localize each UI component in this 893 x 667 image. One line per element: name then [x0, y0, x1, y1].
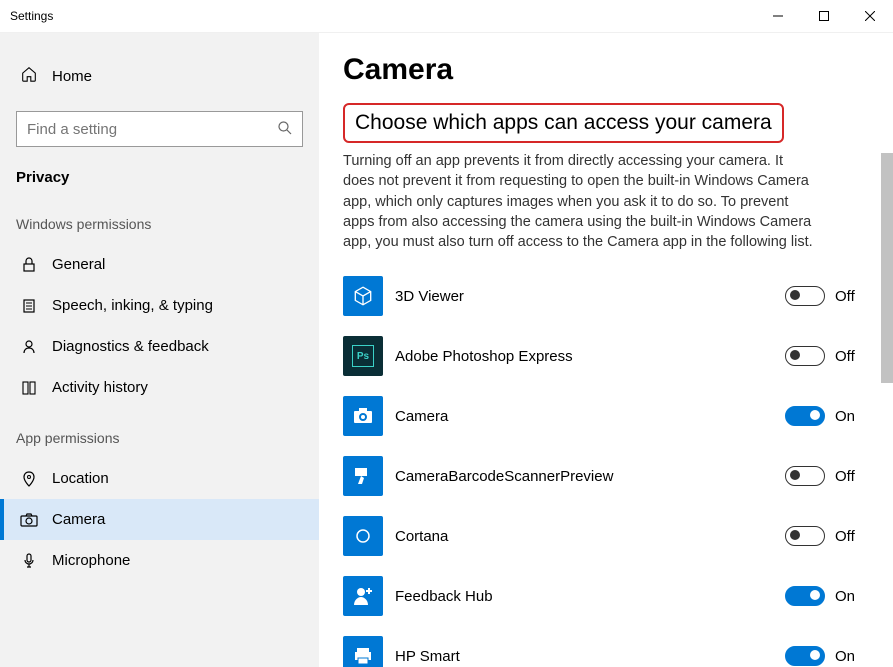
feedback-icon: [20, 339, 38, 355]
sidebar-item-microphone[interactable]: Microphone: [0, 540, 319, 581]
scrollbar-vertical[interactable]: [881, 153, 893, 383]
sidebar-item-label: Camera: [52, 511, 105, 528]
app-row: HP Smart On: [343, 626, 869, 667]
sidebar-item-speech[interactable]: Speech, inking, & typing: [0, 285, 319, 326]
close-button[interactable]: [847, 0, 893, 33]
app-icon: [343, 636, 383, 667]
sidebar-item-activity-history[interactable]: Activity history: [0, 367, 319, 408]
app-row: Feedback Hub On: [343, 566, 869, 626]
window-controls: [755, 0, 893, 33]
toggle-group: Off: [785, 526, 869, 546]
section-description: Turning off an app prevents it from dire…: [343, 151, 813, 252]
sidebar-item-label: Speech, inking, & typing: [52, 297, 213, 314]
apps-list: 3D Viewer Off Ps Adobe Photoshop Express Off…: [343, 266, 869, 667]
search-input[interactable]: [16, 111, 303, 147]
app-name: HP Smart: [395, 648, 785, 665]
toggle-group: On: [785, 586, 869, 606]
camera-icon: [20, 512, 38, 528]
window-title: Settings: [10, 9, 53, 23]
home-label: Home: [52, 68, 92, 85]
toggle-label: On: [835, 648, 855, 665]
sidebar-item-diagnostics[interactable]: Diagnostics & feedback: [0, 326, 319, 367]
page-title: Camera: [343, 53, 869, 87]
sidebar-home[interactable]: Home: [0, 53, 319, 99]
app-icon: [343, 576, 383, 616]
sidebar-item-label: Microphone: [52, 552, 130, 569]
clipboard-icon: [20, 298, 38, 314]
microphone-icon: [20, 553, 38, 569]
maximize-button[interactable]: [801, 0, 847, 33]
title-bar: Settings: [0, 0, 893, 33]
app-name: 3D Viewer: [395, 288, 785, 305]
search-icon: [277, 120, 293, 139]
toggle-group: Off: [785, 346, 869, 366]
sidebar-item-camera[interactable]: Camera: [0, 499, 319, 540]
minimize-button[interactable]: [755, 0, 801, 33]
sidebar-item-label: General: [52, 256, 105, 273]
lock-icon: [20, 257, 38, 273]
app-row: Camera On: [343, 386, 869, 446]
sidebar-category-label: Privacy: [0, 159, 319, 194]
toggle-group: Off: [785, 466, 869, 486]
sidebar: Home Privacy Windows permissions General…: [0, 33, 319, 667]
app-icon: [343, 396, 383, 436]
toggle-switch[interactable]: [785, 526, 825, 546]
sidebar-item-label: Location: [52, 470, 109, 487]
toggle-label: Off: [835, 528, 855, 545]
sidebar-group-app-permissions: App permissions: [0, 408, 319, 458]
toggle-label: On: [835, 408, 855, 425]
sidebar-search: [16, 111, 303, 147]
content-panel: Camera Choose which apps can access your…: [319, 33, 893, 667]
history-icon: [20, 380, 38, 396]
section-heading-highlighted: Choose which apps can access your camera: [343, 103, 784, 143]
app-name: Feedback Hub: [395, 588, 785, 605]
app-icon: [343, 456, 383, 496]
app-row: 3D Viewer Off: [343, 266, 869, 326]
app-icon: [343, 276, 383, 316]
app-name: Adobe Photoshop Express: [395, 348, 785, 365]
location-icon: [20, 471, 38, 487]
app-name: Cortana: [395, 528, 785, 545]
app-icon: Ps: [343, 336, 383, 376]
app-row: Ps Adobe Photoshop Express Off: [343, 326, 869, 386]
app-icon: [343, 516, 383, 556]
toggle-switch[interactable]: [785, 646, 825, 666]
sidebar-item-label: Diagnostics & feedback: [52, 338, 209, 355]
sidebar-group-windows-permissions: Windows permissions: [0, 194, 319, 244]
toggle-label: Off: [835, 348, 855, 365]
toggle-switch[interactable]: [785, 286, 825, 306]
toggle-switch[interactable]: [785, 466, 825, 486]
toggle-switch[interactable]: [785, 586, 825, 606]
app-row: Cortana Off: [343, 506, 869, 566]
app-row: CameraBarcodeScannerPreview Off: [343, 446, 869, 506]
toggle-switch[interactable]: [785, 346, 825, 366]
sidebar-item-location[interactable]: Location: [0, 458, 319, 499]
toggle-group: Off: [785, 286, 869, 306]
home-icon: [20, 65, 38, 87]
sidebar-item-general[interactable]: General: [0, 244, 319, 285]
toggle-label: Off: [835, 288, 855, 305]
sidebar-item-label: Activity history: [52, 379, 148, 396]
toggle-label: On: [835, 588, 855, 605]
toggle-label: Off: [835, 468, 855, 485]
toggle-group: On: [785, 406, 869, 426]
app-name: CameraBarcodeScannerPreview: [395, 468, 785, 485]
main-layout: Home Privacy Windows permissions General…: [0, 33, 893, 667]
toggle-group: On: [785, 646, 869, 666]
toggle-switch[interactable]: [785, 406, 825, 426]
app-name: Camera: [395, 408, 785, 425]
